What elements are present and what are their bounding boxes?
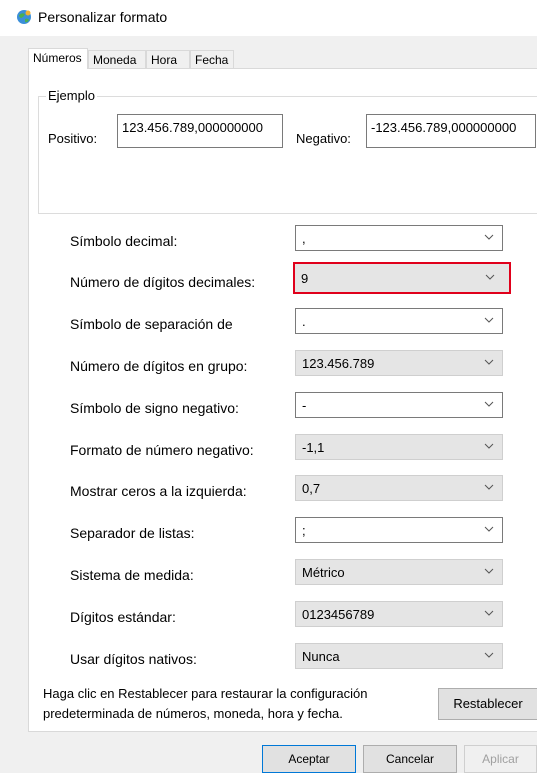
setting-row: Número de dígitos decimales: 9 xyxy=(0,262,537,294)
negative-label: Negativo: xyxy=(296,131,351,146)
negative-sign-label: Símbolo de signo negativo: xyxy=(70,400,239,416)
native-digits-combo[interactable]: Nunca xyxy=(295,643,503,669)
setting-row: Formato de número negativo: -1,1 xyxy=(0,434,537,466)
leading-zeros-label: Mostrar ceros a la izquierda: xyxy=(70,483,247,499)
standard-digits-combo[interactable]: 0123456789 xyxy=(295,601,503,627)
negative-example-field[interactable]: -123.456.789,000000000 xyxy=(366,114,536,148)
standard-digits-label: Dígitos estándar: xyxy=(70,609,176,625)
chevron-down-icon xyxy=(484,317,494,323)
measurement-system-combo[interactable]: Métrico xyxy=(295,559,503,585)
digit-grouping-label: Número de dígitos en grupo: xyxy=(70,358,248,374)
decimal-digits-label: Número de dígitos decimales: xyxy=(70,274,256,290)
setting-row: Número de dígitos en grupo: 123.456.789 xyxy=(0,350,537,382)
chevron-down-icon xyxy=(484,359,494,365)
cancel-button[interactable]: Cancelar xyxy=(363,745,457,773)
decimal-digits-combo[interactable]: 9 xyxy=(293,262,511,294)
tab-numeros[interactable]: Números xyxy=(28,48,88,69)
setting-row: Símbolo decimal: , xyxy=(0,225,537,257)
tab-hora[interactable]: Hora xyxy=(146,50,190,68)
setting-row: Usar dígitos nativos: Nunca xyxy=(0,643,537,675)
chevron-down-icon xyxy=(484,610,494,616)
chevron-down-icon xyxy=(485,274,495,280)
chevron-down-icon xyxy=(484,484,494,490)
grouping-symbol-label: Símbolo de separación de xyxy=(70,316,233,332)
setting-row: Separador de listas: ; xyxy=(0,517,537,549)
ok-button[interactable]: Aceptar xyxy=(262,745,356,773)
chevron-down-icon xyxy=(484,234,494,240)
list-separator-combo[interactable]: ; xyxy=(295,517,503,543)
chevron-down-icon xyxy=(484,401,494,407)
negative-format-combo[interactable]: -1,1 xyxy=(295,434,503,460)
native-digits-label: Usar dígitos nativos: xyxy=(70,651,197,667)
example-legend: Ejemplo xyxy=(46,88,97,103)
list-separator-label: Separador de listas: xyxy=(70,525,195,541)
setting-row: Mostrar ceros a la izquierda: 0,7 xyxy=(0,475,537,507)
decimal-symbol-combo[interactable]: , xyxy=(295,225,503,251)
setting-row: Símbolo de separación de . xyxy=(0,308,537,340)
reset-button[interactable]: Restablecer xyxy=(438,688,537,720)
window-title: Personalizar formato xyxy=(38,9,168,25)
negative-sign-combo[interactable]: - xyxy=(295,392,503,418)
apply-button[interactable]: Aplicar xyxy=(464,745,537,773)
setting-row: Dígitos estándar: 0123456789 xyxy=(0,601,537,633)
tab-moneda[interactable]: Moneda xyxy=(88,50,146,68)
tab-fecha[interactable]: Fecha xyxy=(190,50,234,68)
globe-settings-icon xyxy=(17,10,31,24)
chevron-down-icon xyxy=(484,568,494,574)
measurement-system-label: Sistema de medida: xyxy=(70,567,194,583)
negative-format-label: Formato de número negativo: xyxy=(70,442,254,458)
positive-example-field[interactable]: 123.456.789,000000000 xyxy=(117,114,283,148)
grouping-symbol-combo[interactable]: . xyxy=(295,308,503,334)
digit-grouping-combo[interactable]: 123.456.789 xyxy=(295,350,503,376)
setting-row: Símbolo de signo negativo: - xyxy=(0,392,537,424)
setting-row: Sistema de medida: Métrico xyxy=(0,559,537,591)
leading-zeros-combo[interactable]: 0,7 xyxy=(295,475,503,501)
positive-label: Positivo: xyxy=(48,131,98,146)
chevron-down-icon xyxy=(484,526,494,532)
chevron-down-icon xyxy=(484,443,494,449)
decimal-symbol-label: Símbolo decimal: xyxy=(70,233,178,249)
reset-help-text: Haga clic en Restablecer para restaurar … xyxy=(43,686,368,721)
chevron-down-icon xyxy=(484,652,494,658)
title-bar: Personalizar formato xyxy=(0,0,537,36)
